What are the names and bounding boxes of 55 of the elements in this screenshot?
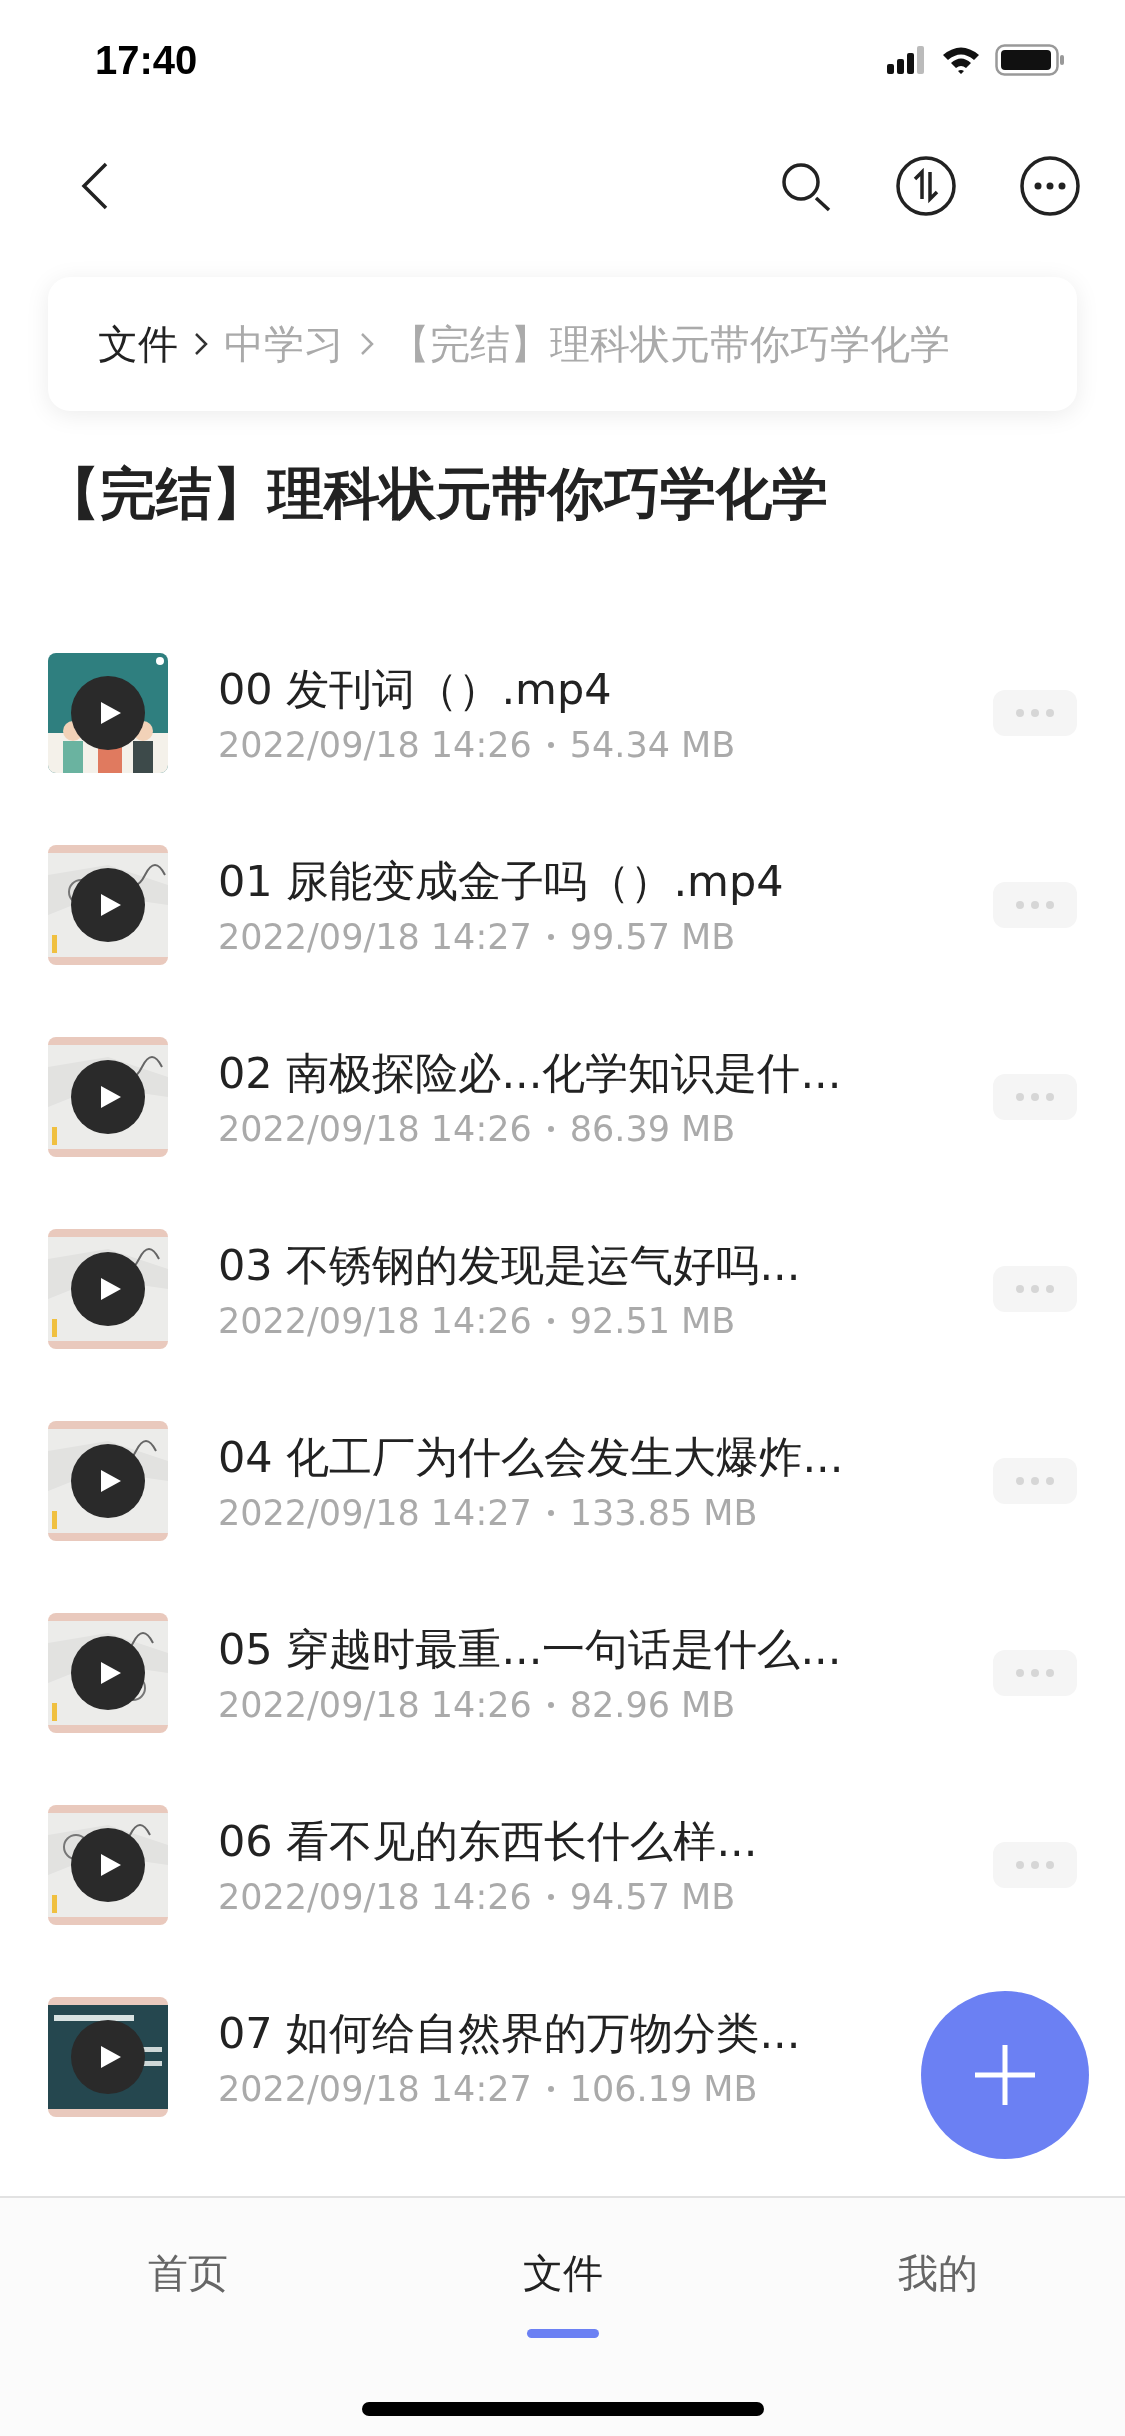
chevron-icon [360,332,374,356]
play-icon[interactable] [71,676,145,750]
file-date: 2022/09/18 14:27 [218,917,532,957]
back-icon[interactable] [80,161,110,211]
play-icon[interactable] [71,1828,145,1902]
play-icon[interactable] [71,1444,145,1518]
battery-icon [995,44,1065,76]
file-size: 133.85 MB [569,1493,758,1533]
file-name[interactable]: 06 看不见的东西长什么样... [218,1813,758,1871]
separator-dot [547,1702,554,1708]
file-date: 2022/09/18 14:26 [218,1685,532,1725]
file-size: 94.57 MB [569,1877,736,1917]
folder-title: 【完结】理科状元带你巧学化学 [44,460,829,528]
tab[interactable]: 首页 [147,2246,228,2301]
breadcrumb-link[interactable]: 文件 [98,316,178,372]
file-date: 2022/09/18 14:26 [218,1109,532,1149]
file-size: 82.96 MB [569,1685,736,1725]
plus-icon [973,2043,1037,2107]
separator-dot [547,934,554,940]
separator-dot [547,742,554,748]
file-size: 106.19 MB [569,2069,758,2109]
file-name[interactable]: 00 发刊词（）.mp4 [218,661,612,719]
wifi-icon [941,45,981,75]
file-name[interactable]: 04 化工厂为什么会发生大爆炸... [218,1429,844,1487]
file-size: 99.57 MB [569,917,736,957]
play-icon[interactable] [71,1252,145,1326]
file-name[interactable]: 01 尿能变成金子吗（）.mp4 [218,853,784,911]
separator-dot [547,2086,554,2092]
sort-icon[interactable] [895,155,957,217]
file-name[interactable]: 07 如何给自然界的万物分类... [218,2005,801,2063]
file-name[interactable]: 05 穿越时最重...一句话是什么... [218,1621,842,1679]
play-icon[interactable] [71,1060,145,1134]
file-date: 2022/09/18 14:27 [218,2069,532,2109]
file-date: 2022/09/18 14:26 [218,725,532,765]
separator-dot [547,1318,554,1324]
play-icon[interactable] [71,2020,145,2094]
file-date: 2022/09/18 14:27 [218,1493,532,1533]
separator-dot [547,1894,554,1900]
play-icon[interactable] [71,868,145,942]
chevron-icon [194,332,208,356]
play-icon[interactable] [71,1636,145,1710]
file-size: 92.51 MB [569,1301,736,1341]
tab[interactable]: 文件 [522,2246,603,2301]
signal-icon [887,46,927,74]
file-name[interactable]: 02 南极探险必...化学知识是什... [218,1045,842,1103]
file-name[interactable]: 03 不锈钢的发现是运气好吗... [218,1237,801,1295]
more-icon[interactable] [1019,155,1081,217]
status-time: 17:40 [95,37,198,83]
separator-dot [547,1126,554,1132]
file-date: 2022/09/18 14:26 [218,1877,532,1917]
file-size: 86.39 MB [569,1109,736,1149]
separator-dot [547,1510,554,1516]
tab[interactable]: 我的 [897,2246,978,2301]
file-size: 54.34 MB [569,725,736,765]
file-date: 2022/09/18 14:26 [218,1301,532,1341]
